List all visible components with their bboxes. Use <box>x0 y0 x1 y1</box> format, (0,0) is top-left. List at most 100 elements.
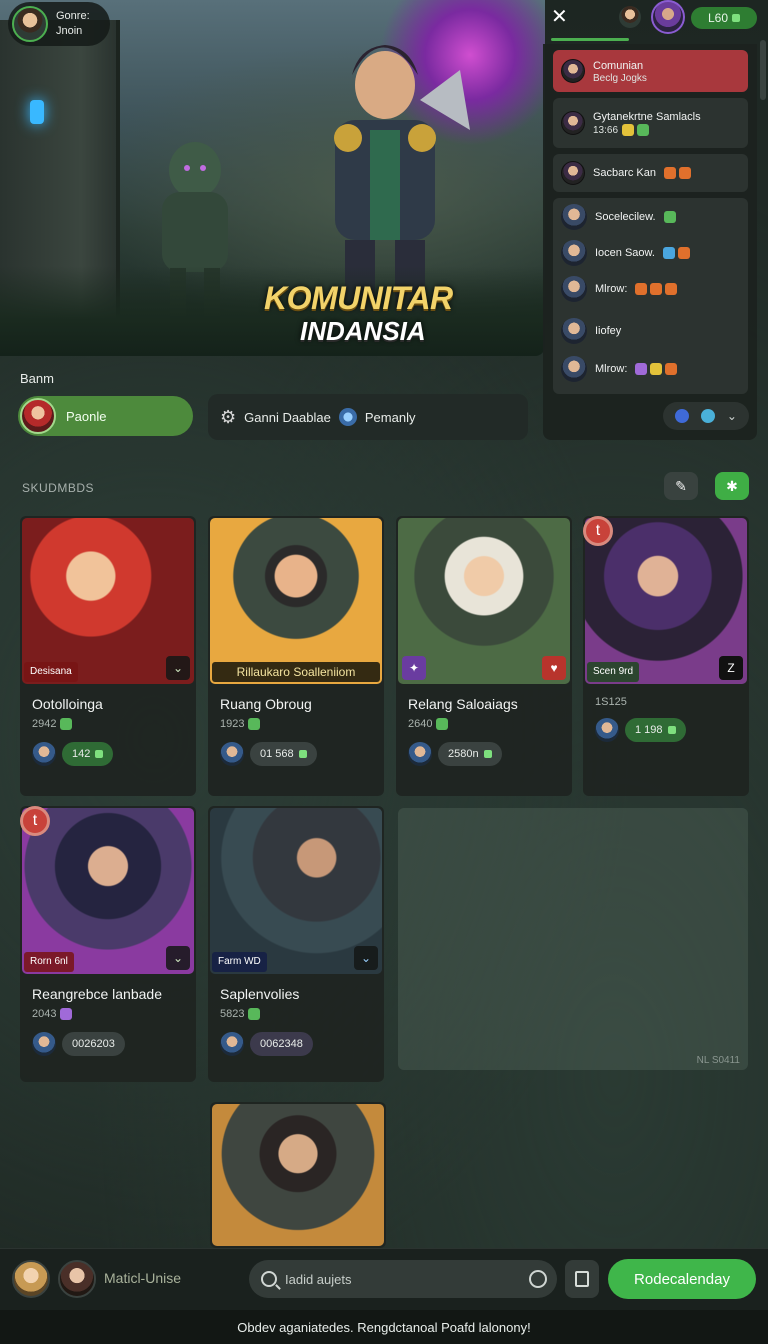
card-meta: 2942 <box>32 718 196 730</box>
member-row[interactable]: Mlrow: <box>561 356 678 382</box>
filter-chip-active[interactable]: Paonle <box>18 396 193 436</box>
card-meta-value: 1923 <box>220 718 245 730</box>
card-image: Rillaukaro Soalleniiom <box>210 518 382 684</box>
card-count-pill[interactable]: 2580n <box>438 742 502 766</box>
gem-icon <box>663 167 676 179</box>
search-input[interactable] <box>285 1271 525 1287</box>
hero-title-line2: INDANSIA <box>300 316 426 346</box>
card-footer: 01 568 <box>220 742 384 766</box>
card-meta-value: 2043 <box>32 1008 57 1020</box>
edit-button[interactable]: ✎ <box>664 472 698 500</box>
gem-icon <box>248 1008 261 1020</box>
card-meta: 1923 <box>220 718 384 730</box>
close-icon[interactable]: ✕ <box>551 7 569 27</box>
filter-avatar <box>20 398 56 434</box>
panel-item[interactable]: Gytanekrtne Samlacls 13:66 <box>553 98 748 148</box>
card-member-avatar <box>408 742 432 766</box>
panel-item-active[interactable]: Comunian Beclg Jogks <box>553 50 748 92</box>
gem-icon <box>248 718 261 730</box>
card-count-pill[interactable]: 1 198 <box>625 718 686 742</box>
filter-bar[interactable]: ⚙ Ganni Daablae Pemanly <box>208 394 528 440</box>
coin-icon <box>483 750 492 758</box>
search-box <box>249 1260 557 1298</box>
community-panel: Comunian Beclg Jogks Gytanekrtne Samlacl… <box>543 44 757 440</box>
member-avatar <box>561 276 587 302</box>
card-meta: 2640 <box>408 718 572 730</box>
user-mini-avatar[interactable] <box>619 6 641 28</box>
card-tag: Scen 9rd <box>587 662 640 682</box>
card-meta-value: 5823 <box>220 1008 245 1020</box>
member-row[interactable]: Socelecilew. <box>561 204 676 230</box>
shield-icon[interactable] <box>674 409 689 423</box>
card-name: Reangrebce lanbade <box>32 986 162 1002</box>
card-meta: 1S125 <box>595 696 749 708</box>
gem-icon <box>60 1008 73 1020</box>
card-count-pill[interactable]: 01 568 <box>250 742 317 766</box>
user-avatar[interactable] <box>651 0 685 34</box>
card-footer: 2580n <box>408 742 572 766</box>
community-card[interactable]: Rillaukaro Soalleniiom Ruang Obroug 1923… <box>208 516 384 796</box>
list-label: SKUDMBDS <box>22 481 95 495</box>
gem-icon <box>663 211 676 223</box>
card-count-pill[interactable]: 0026203 <box>62 1032 125 1056</box>
card-image: Desisana ⌄ <box>22 518 194 684</box>
card-count: 0062348 <box>260 1038 303 1050</box>
scrollbar[interactable] <box>760 40 766 100</box>
gem-icon <box>60 718 73 730</box>
footer-text: Obdev aganiatedes. Rengdctanoal Poafd la… <box>0 1310 768 1344</box>
card-count: 01 568 <box>260 748 294 760</box>
card-meta-value: 2942 <box>32 718 57 730</box>
add-button[interactable]: ✱ <box>715 472 749 500</box>
card-tag: Rillaukaro Soalleniiom <box>212 662 380 682</box>
gem-icon <box>637 124 650 136</box>
member-label: Socelecilew. <box>595 211 656 223</box>
gem-icon <box>665 363 678 375</box>
community-card[interactable]: t Scen 9rd Z 1S125 1 198 <box>583 516 749 796</box>
globe-icon[interactable] <box>700 409 715 423</box>
card-image: Scen 9rd Z <box>585 518 747 684</box>
card-footer: 0026203 <box>32 1032 196 1056</box>
community-card[interactable] <box>210 1102 386 1248</box>
profile-chip[interactable]: Gonre: Jnoin <box>8 2 110 46</box>
spark-icon <box>338 408 357 426</box>
card-count-pill[interactable]: 0062348 <box>250 1032 313 1056</box>
coin-balance[interactable]: L60 <box>691 7 757 29</box>
community-card[interactable]: Farm WD ⌄ Saplenvolies 5823 0062348 <box>208 806 384 1082</box>
refresh-icon[interactable] <box>529 1270 547 1288</box>
card-count-pill[interactable]: 142 <box>62 742 114 766</box>
chevron-icon: ⌄ <box>166 946 190 970</box>
square-button[interactable] <box>565 1260 599 1298</box>
member-icons <box>662 247 690 259</box>
community-card[interactable]: ✦ ♥ Relang Saloaiags 2640 2580n <box>396 516 572 796</box>
chevron-down-icon[interactable]: ⌄ <box>727 409 737 423</box>
panel-item[interactable]: Sacbarc Kan <box>553 154 748 192</box>
panel-item-title: Comunian <box>593 59 644 72</box>
card-meta: 2043 <box>32 1008 196 1020</box>
pin-icon: t <box>583 516 613 546</box>
card-footer: 1 198 <box>595 718 749 742</box>
card-meta: 5823 <box>220 1008 384 1020</box>
card-image: Farm WD ⌄ <box>210 808 382 974</box>
friend-avatar[interactable] <box>12 1260 50 1298</box>
profile-avatar <box>12 6 48 42</box>
chevron-icon: ⌄ <box>354 946 378 970</box>
card-name: Ootolloinga <box>32 696 103 712</box>
friend-avatar[interactable] <box>58 1260 96 1298</box>
card-name: Relang Saloaiags <box>408 696 518 712</box>
panel-item-avatar <box>561 161 585 185</box>
member-row[interactable]: Iiofey <box>561 318 621 344</box>
coin-icon <box>298 750 307 758</box>
community-card[interactable]: Desisana ⌄ Ootolloinga 2942 142 <box>20 516 196 796</box>
card-count: 0026203 <box>72 1038 115 1050</box>
gem-icon <box>436 718 449 730</box>
community-card[interactable]: t Rorn 6nl ⌄ Reangrebce lanbade 2043 002… <box>20 806 196 1082</box>
primary-action-button[interactable]: Rodecalenday <box>608 1259 756 1299</box>
card-tag: Farm WD <box>212 952 267 972</box>
star-icon <box>622 124 635 136</box>
gem-icon <box>635 283 648 295</box>
member-row[interactable]: Iocen Saow. <box>561 240 690 266</box>
member-row[interactable]: Mlrow: <box>561 276 678 302</box>
zap-icon: Z <box>719 656 743 680</box>
card-tag: Desisana <box>24 662 78 682</box>
sparkle-icon: ✱ <box>726 477 738 494</box>
